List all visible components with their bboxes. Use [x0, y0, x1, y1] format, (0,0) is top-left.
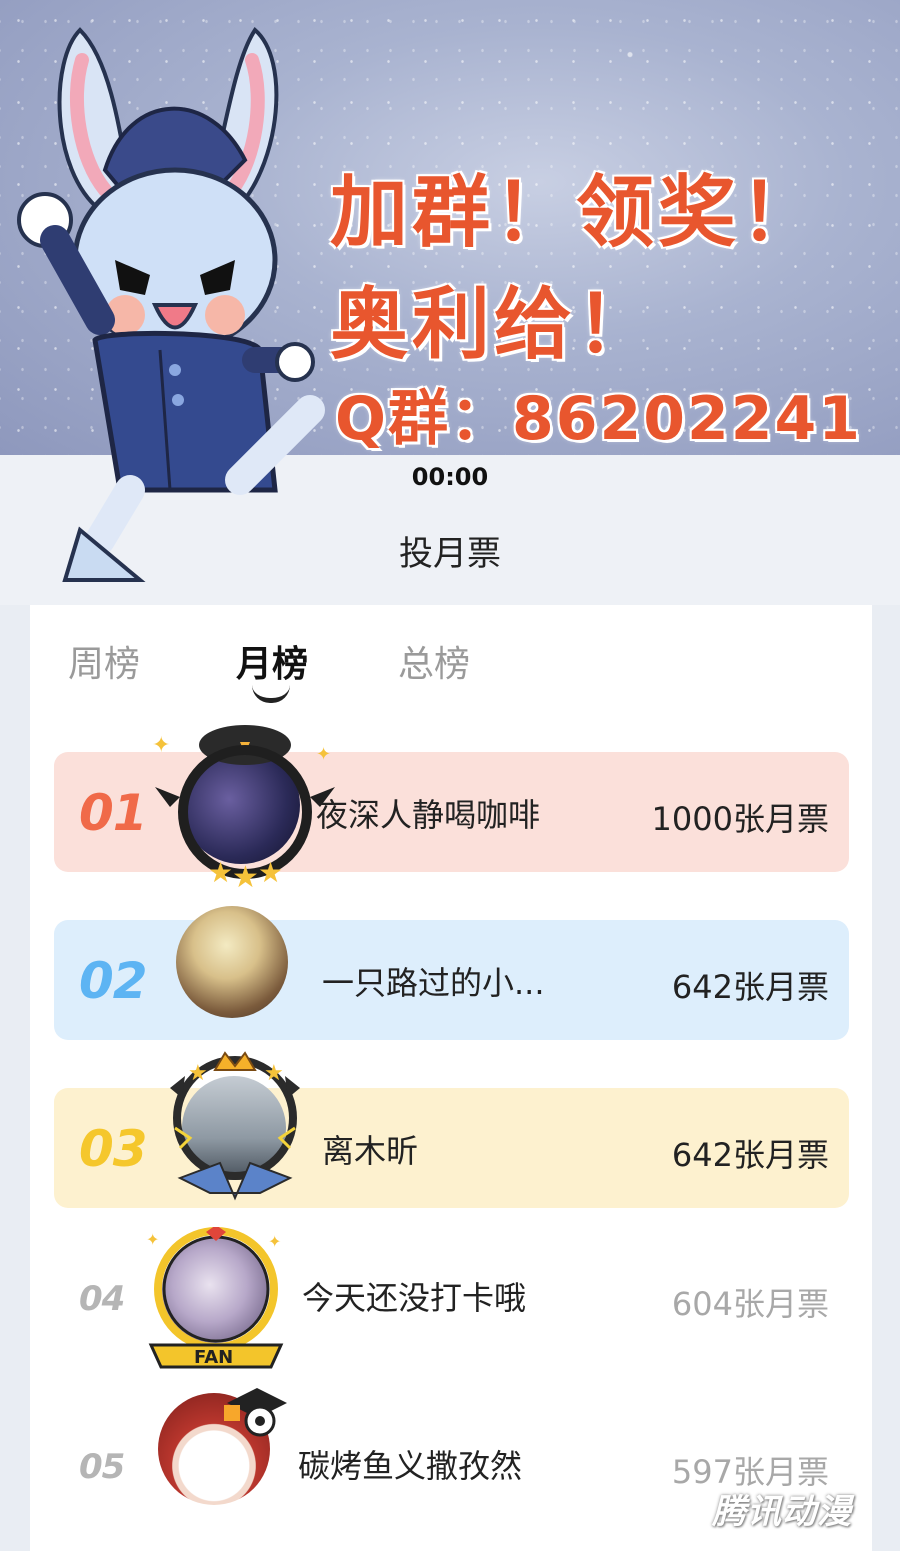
ranking-card: 周榜 月榜 总榜 01 ✦ ✦ ★ ★ ★ 夜深人静喝咖啡 1000张月票 02… [30, 605, 872, 1551]
bunny-mascot-illustration [17, 27, 325, 582]
ranking-row-1[interactable]: 01 ✦ ✦ ★ ★ ★ 夜深人静喝咖啡 1000张月票 [54, 725, 849, 895]
rank-number: 03 [79, 1120, 148, 1178]
tab-weekly[interactable]: 周榜 [68, 635, 140, 687]
promo-text-line2: 奥利给！ [330, 280, 659, 370]
tab-total[interactable]: 总榜 [398, 635, 470, 687]
rank-number: 05 [79, 1447, 125, 1487]
ranking-tabs: 周榜 月榜 总榜 [30, 605, 872, 715]
promo-text-line1: 加群！领奖！ [330, 168, 823, 258]
watermark-logo: 腾讯动漫 [712, 1492, 852, 1532]
ranking-row-2[interactable]: 02 一只路过的小... 642张月票 [54, 906, 849, 1040]
svg-text:★: ★ [232, 860, 259, 895]
rank-number: 01 [79, 784, 148, 842]
svg-text:✦: ✦ [316, 744, 331, 765]
svg-text:★: ★ [264, 1061, 284, 1086]
svg-text:✦: ✦ [152, 733, 170, 758]
username: 离木昕 [322, 1132, 419, 1170]
svg-text:★: ★ [258, 856, 283, 889]
avatar[interactable] [176, 906, 288, 1018]
username: 碳烤鱼义撒孜然 [298, 1447, 523, 1485]
svg-text:FAN: FAN [194, 1347, 233, 1368]
vote-count: 642张月票 [671, 968, 829, 1006]
active-tab-indicator [252, 685, 290, 703]
promo-qq-group: Q群：86202241 [335, 384, 862, 454]
crown-avatar-frame: ★ ★ [170, 1051, 300, 1201]
svg-text:✦: ✦ [268, 1232, 281, 1251]
vote-count: 604张月票 [671, 1285, 829, 1323]
fan-avatar-frame: ✦ ✦ FAN [146, 1227, 284, 1369]
vote-count: 1000张月票 [651, 800, 829, 838]
penguin-avatar-frame: ✦ ✦ ★ ★ ★ [152, 725, 335, 895]
username: 一只路过的小... [322, 964, 545, 1002]
rank-number: 04 [79, 1279, 125, 1319]
graduation-cap-icon [224, 1388, 287, 1437]
username: 夜深人静喝咖啡 [316, 796, 541, 834]
rank-number: 02 [79, 952, 148, 1010]
vote-count: 642张月票 [671, 1136, 829, 1174]
username: 今天还没打卡哦 [302, 1279, 527, 1317]
svg-text:★: ★ [188, 1061, 208, 1086]
tab-monthly[interactable]: 月榜 [236, 635, 308, 687]
ranking-row-4[interactable]: 04 ✦ ✦ FAN 今天还没打卡哦 604张月票 [54, 1227, 849, 1369]
svg-text:✦: ✦ [146, 1230, 159, 1249]
svg-text:★: ★ [208, 856, 233, 889]
ranking-row-3[interactable]: 03 ★ ★ 离木昕 642张月票 [54, 1051, 849, 1208]
